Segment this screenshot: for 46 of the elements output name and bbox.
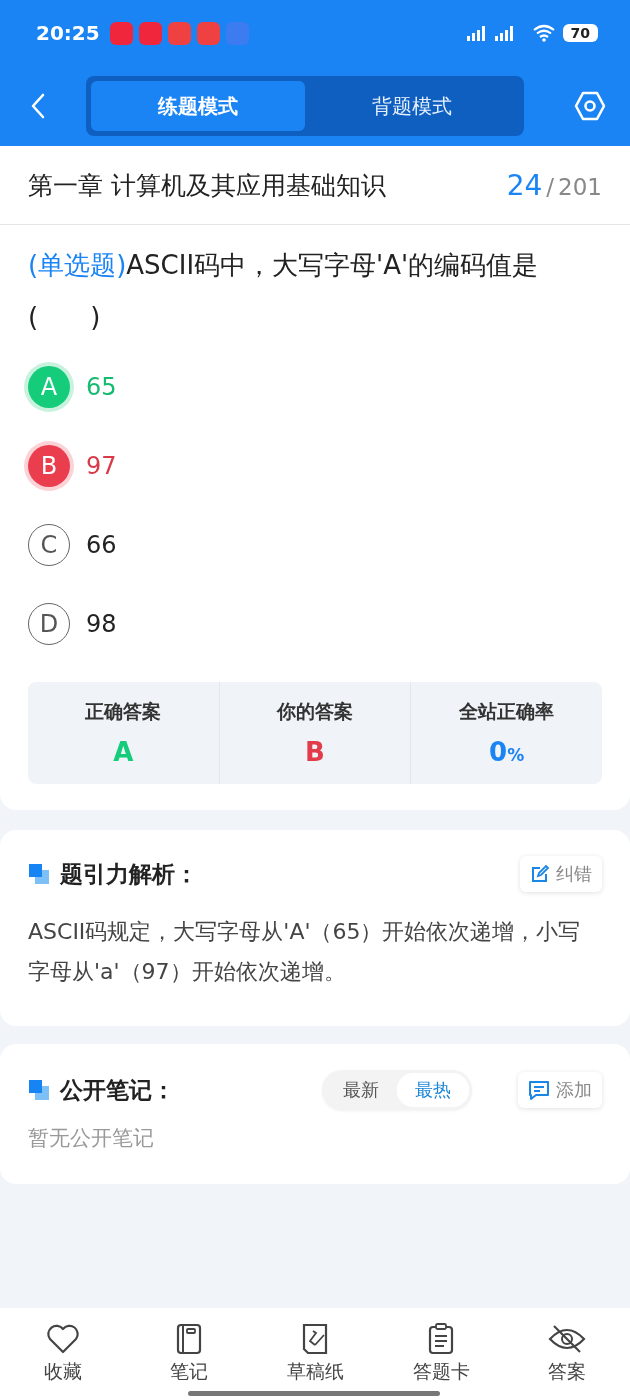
comment-icon xyxy=(528,1080,550,1100)
option-text[interactable]: 98 xyxy=(86,610,117,638)
app-notification-icon xyxy=(196,21,220,45)
edit-icon xyxy=(530,864,550,884)
wifi-icon xyxy=(532,24,555,42)
nav-item[interactable]: 笔记 xyxy=(126,1308,252,1400)
separator: / xyxy=(546,173,555,200)
question-total: 201 xyxy=(558,173,602,200)
section-icon xyxy=(28,863,50,885)
mode-tab[interactable]: 练题模式 xyxy=(91,81,305,131)
section-title: 题引力解析： xyxy=(60,859,198,889)
app-notification-icon xyxy=(109,21,133,45)
question-number: 24 xyxy=(506,168,543,202)
status-time: 20:25 xyxy=(36,21,100,45)
nav-item[interactable]: 答案 xyxy=(504,1308,630,1400)
option-text[interactable]: 97 xyxy=(86,452,117,480)
result-label: 你的答案 xyxy=(277,699,353,724)
app-notification-icon xyxy=(225,21,249,45)
result-value: 0% xyxy=(489,737,525,767)
battery-indicator: 70 xyxy=(562,24,598,42)
sort-tab[interactable]: 最热 xyxy=(397,1073,469,1107)
sort-tab[interactable]: 最新 xyxy=(325,1073,397,1107)
mode-tab[interactable]: 背题模式 xyxy=(305,81,519,131)
nav-item[interactable]: 答题卡 xyxy=(378,1308,504,1400)
nav-item[interactable]: 收藏 xyxy=(0,1308,126,1400)
question-text: (单选题)ASCII码中，大写字母'A'的编码值是( ) xyxy=(28,249,540,334)
app-notification-icon xyxy=(138,21,162,45)
heart-icon xyxy=(46,1323,80,1355)
add-note-button[interactable]: 添加 xyxy=(518,1072,602,1108)
app-notification-icon xyxy=(167,21,191,45)
eye-off-icon xyxy=(548,1323,586,1355)
empty-notes-text: 暂无公开笔记 xyxy=(28,1125,155,1152)
chapter-title: 第一章 计算机及其应用基础知识 xyxy=(28,169,386,202)
option-text[interactable]: 66 xyxy=(86,531,117,559)
analysis-text: ASCII码规定，大写字母从'A'（65）开始依次递增，小写字母从'a'（97）开始依次递增。 xyxy=(28,918,582,986)
settings-icon[interactable] xyxy=(574,91,606,121)
result-value: A xyxy=(113,737,134,767)
section-title: 公开笔记： xyxy=(60,1075,175,1105)
report-error-button[interactable]: 纠错 xyxy=(520,856,602,892)
result-value: B xyxy=(305,737,325,767)
section-icon xyxy=(28,1079,50,1101)
option-letter[interactable]: B xyxy=(28,445,70,487)
back-icon[interactable] xyxy=(30,93,46,119)
nav-item[interactable]: 草稿纸 xyxy=(252,1308,378,1400)
result-label: 正确答案 xyxy=(85,699,162,724)
result-label: 全站正确率 xyxy=(459,699,555,724)
